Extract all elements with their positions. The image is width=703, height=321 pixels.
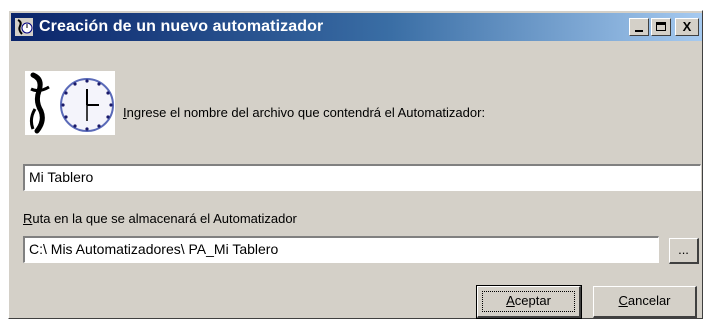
maximize-icon bbox=[656, 22, 666, 31]
automatizador-app-icon bbox=[15, 18, 33, 36]
dialog-window: Creación de un nuevo automatizador X Ing… bbox=[8, 10, 703, 319]
prompt-text: ngrese el nombre del archivo que contend… bbox=[126, 105, 486, 120]
accept-label-text: ceptar bbox=[514, 293, 551, 308]
cancel-label-text: ancelar bbox=[627, 293, 671, 308]
automatizador-clock-icon bbox=[25, 71, 115, 135]
file-name-prompt: Ingrese el nombre del archivo que conten… bbox=[123, 105, 485, 120]
file-name-input[interactable]: Mi Tablero bbox=[23, 164, 701, 191]
minimize-button[interactable] bbox=[629, 18, 649, 36]
browse-button[interactable]: ... bbox=[669, 238, 699, 264]
cancel-button[interactable]: Cancelar bbox=[593, 286, 697, 318]
accept-button[interactable]: Aceptar bbox=[476, 285, 582, 319]
close-icon: X bbox=[682, 19, 692, 34]
browse-button-label: ... bbox=[678, 242, 689, 257]
path-label-text: uta en la que se almacenará el Automatiz… bbox=[32, 211, 297, 226]
cancel-button-label: Cancelar bbox=[618, 293, 670, 308]
maximize-button[interactable] bbox=[651, 18, 671, 36]
path-label: Ruta en la que se almacenará el Automati… bbox=[23, 211, 297, 226]
path-label-mnemonic: R bbox=[23, 211, 33, 226]
title-bar[interactable]: Creación de un nuevo automatizador X bbox=[11, 13, 702, 41]
close-button[interactable]: X bbox=[675, 18, 699, 36]
minimize-icon bbox=[635, 30, 643, 32]
path-input[interactable]: C:\ Mis Automatizadores\ PA_Mi Tablero bbox=[23, 236, 659, 263]
cancel-mnemonic: C bbox=[618, 293, 628, 308]
accept-button-label: Aceptar bbox=[506, 293, 551, 308]
window-title: Creación de un nuevo automatizador bbox=[39, 18, 324, 35]
accept-mnemonic: A bbox=[506, 293, 515, 308]
